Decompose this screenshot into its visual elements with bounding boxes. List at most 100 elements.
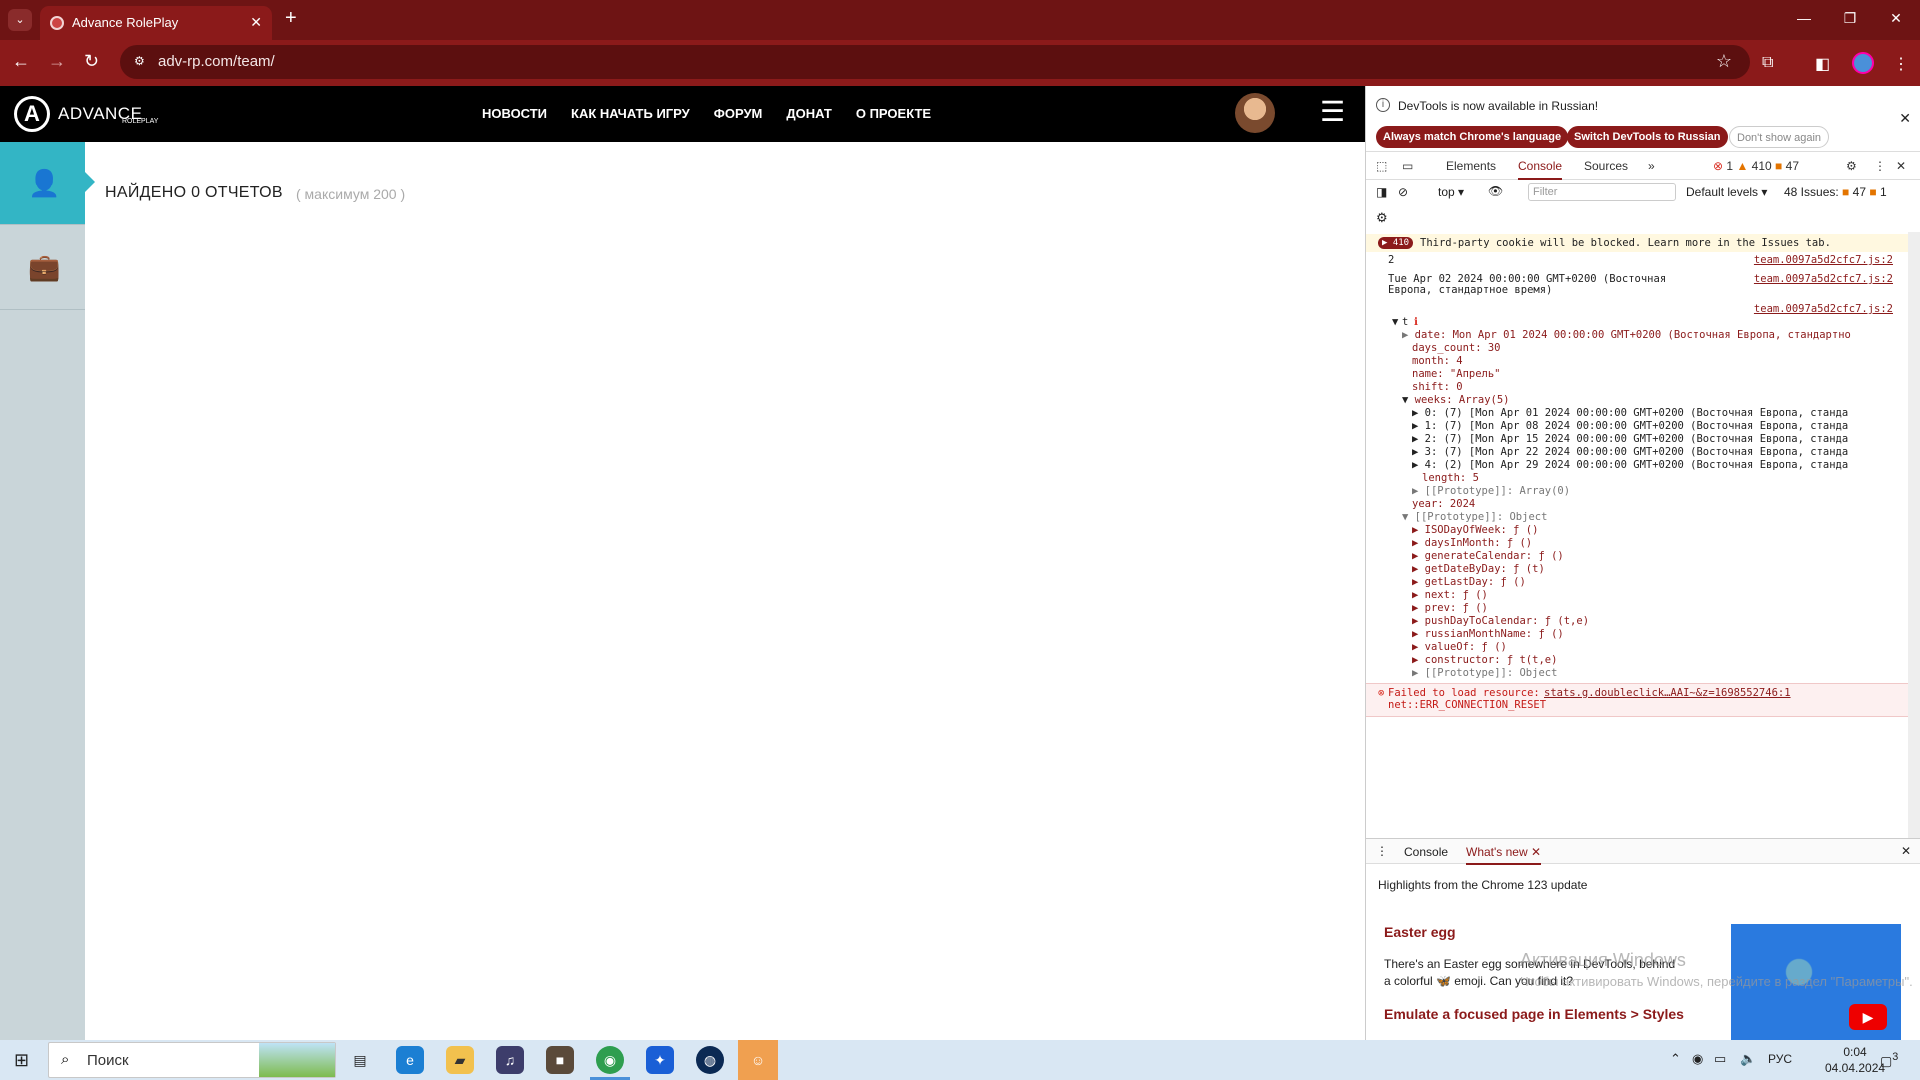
switch-language-button[interactable]: Switch DevTools to Russian (1567, 126, 1728, 148)
tab-search-button[interactable]: ⌄ (8, 9, 32, 31)
game-app-icon[interactable]: ■ (546, 1046, 574, 1074)
profile-avatar[interactable] (1852, 52, 1874, 74)
tree-row[interactable]: ▶ [[Prototype]]: Array(0) (1412, 485, 1920, 497)
tree-row[interactable]: ▶ 2: (7) [Mon Apr 15 2024 00:00:00 GMT+0… (1412, 433, 1920, 445)
notifications-icon[interactable]: ▢3 (1880, 1051, 1898, 1069)
url-text[interactable]: adv-rp.com/team/ (158, 53, 275, 70)
drawer-tab-console[interactable]: Console (1404, 845, 1448, 859)
tree-row[interactable]: ▶ 0: (7) [Mon Apr 01 2024 00:00:00 GMT+0… (1412, 407, 1920, 419)
nav-forum[interactable]: ФОРУМ (702, 86, 775, 142)
tab-close-icon[interactable]: ✕ (250, 14, 262, 31)
console-settings-icon[interactable]: ⚙ (1376, 210, 1388, 226)
taskbar-clock[interactable]: 0:04 04.04.2024 (1825, 1044, 1885, 1076)
briefcase-icon[interactable]: 💼 (28, 252, 60, 282)
volume-icon[interactable]: 🔈 (1740, 1051, 1756, 1067)
tree-row[interactable]: ▶ valueOf: ƒ () (1412, 641, 1920, 653)
site-logo[interactable]: A ADVANCE ROLEPLAY (14, 94, 164, 134)
tree-row[interactable]: ▶ [[Prototype]]: Object (1412, 667, 1920, 679)
language-indicator[interactable]: РУС (1768, 1052, 1792, 1066)
error-source-link[interactable]: stats.g.doubleclick…AAI~&z=1698552746:1 (1544, 687, 1791, 699)
user-avatar[interactable] (1235, 93, 1275, 133)
tree-row[interactable]: ▶ russianMonthName: ƒ () (1412, 628, 1920, 640)
windows-start-icon[interactable]: ⊞ (14, 1050, 29, 1071)
tree-row[interactable]: ▼ weeks: Array(5) (1402, 394, 1920, 406)
sidebar-item-reports[interactable]: 👤 (0, 142, 85, 224)
devtools-menu-icon[interactable]: ⋮ (1874, 159, 1886, 173)
inspect-icon[interactable]: ⬚ (1376, 159, 1387, 173)
tab-sources[interactable]: Sources (1584, 159, 1628, 173)
dropbox-icon[interactable]: ✦ (646, 1046, 674, 1074)
tree-row[interactable]: ▶ pushDayToCalendar: ƒ (t,e) (1412, 615, 1920, 627)
task-view-icon[interactable]: ▤ (346, 1046, 374, 1074)
tree-row[interactable]: ▶ getLastDay: ƒ () (1412, 576, 1920, 588)
log-levels-select[interactable]: Default levels ▾ (1686, 185, 1767, 199)
tree-row[interactable]: ▶ next: ƒ () (1412, 589, 1920, 601)
network-icon[interactable]: ▭ (1714, 1051, 1726, 1067)
source-link[interactable]: team.0097a5d2cfc7.js:2 (1754, 254, 1893, 266)
tree-row[interactable]: ▶ 1: (7) [Mon Apr 08 2024 00:00:00 GMT+0… (1412, 420, 1920, 432)
nav-how-to-start[interactable]: КАК НАЧАТЬ ИГРУ (559, 86, 702, 142)
discord-app-icon[interactable]: ☺ (738, 1040, 778, 1080)
nav-news[interactable]: НОВОСТИ (470, 86, 559, 142)
restore-icon[interactable]: ❐ (1840, 10, 1860, 27)
forward-icon[interactable]: → (48, 52, 66, 70)
tree-row[interactable]: ▶ daysInMonth: ƒ () (1412, 537, 1920, 549)
sidebar-toggle-icon[interactable]: ◨ (1376, 185, 1387, 199)
address-bar[interactable]: ⚙ adv-rp.com/team/ ☆ (120, 45, 1750, 79)
tree-row[interactable]: ▶ generateCalendar: ƒ () (1412, 550, 1920, 562)
tray-chrome-icon[interactable]: ◉ (1692, 1051, 1703, 1067)
tree-row[interactable]: ▶ constructor: ƒ t(t,e) (1412, 654, 1920, 666)
site-info-icon[interactable]: ⚙ (134, 54, 150, 70)
edge-icon[interactable]: e (396, 1046, 424, 1074)
whats-new-heading-focused-page[interactable]: Emulate a focused page in Elements > Sty… (1384, 1006, 1684, 1022)
reload-icon[interactable]: ↻ (84, 52, 99, 70)
tree-row[interactable]: ▶ prev: ƒ () (1412, 602, 1920, 614)
tree-row[interactable]: ▶ date: Mon Apr 01 2024 00:00:00 GMT+020… (1402, 329, 1920, 341)
match-language-button[interactable]: Always match Chrome's language (1376, 126, 1569, 148)
tree-row[interactable]: ▶ 3: (7) [Mon Apr 22 2024 00:00:00 GMT+0… (1412, 446, 1920, 458)
menu-kebab-icon[interactable]: ⋮ (1893, 54, 1909, 74)
live-expression-eye-icon[interactable]: 👁 (1488, 184, 1503, 198)
console-warning-row[interactable]: ▶ 410 Third-party cookie will be blocked… (1366, 234, 1909, 252)
window-close-icon[interactable]: ✕ (1886, 10, 1906, 27)
expand-triangle-icon[interactable]: ▼ (1392, 316, 1398, 328)
taskbar-search-box[interactable]: ⌕ Поиск (48, 1042, 336, 1078)
browser-tab[interactable]: Advance RolePlay ✕ (40, 6, 272, 40)
back-icon[interactable]: ← (12, 52, 30, 70)
chrome-icon[interactable]: ◉ (596, 1046, 624, 1074)
settings-gear-icon[interactable]: ⚙ (1846, 159, 1857, 173)
tree-row[interactable]: ▶ 4: (2) [Mon Apr 29 2024 00:00:00 GMT+0… (1412, 459, 1920, 471)
infobar-close-icon[interactable]: ✕ (1899, 110, 1911, 127)
context-select[interactable]: top ▾ (1438, 185, 1464, 199)
nav-about[interactable]: О ПРОЕКТЕ (844, 86, 943, 142)
drawer-menu-icon[interactable]: ⋮ (1376, 844, 1388, 858)
more-tabs-icon[interactable]: » (1648, 159, 1655, 173)
clear-console-icon[interactable]: ⊘ (1398, 185, 1408, 199)
console-filter-input[interactable]: Filter (1528, 183, 1676, 201)
bookmark-star-icon[interactable]: ☆ (1716, 51, 1732, 72)
tab-console[interactable]: Console (1518, 159, 1563, 180)
devtools-close-icon[interactable]: ✕ (1896, 159, 1906, 173)
tree-row[interactable]: ▼ [[Prototype]]: Object (1402, 511, 1920, 523)
extensions-icon[interactable]: ⧉ (1762, 54, 1773, 72)
source-link[interactable]: team.0097a5d2cfc7.js:2 (1754, 303, 1893, 315)
nav-donate[interactable]: ДОНАТ (774, 86, 843, 142)
headphones-app-icon[interactable]: ♫ (496, 1046, 524, 1074)
globe-app-icon[interactable]: ◍ (696, 1046, 724, 1074)
drawer-close-icon[interactable]: ✕ (1901, 844, 1911, 858)
tree-row[interactable]: ▶ ISODayOfWeek: ƒ () (1412, 524, 1920, 536)
new-tab-button[interactable]: + (285, 8, 297, 28)
tab-elements[interactable]: Elements (1446, 159, 1496, 173)
error-warning-counter[interactable]: ⊗ 1 ▲ 410 ■ 47 (1713, 159, 1799, 173)
layers-icon[interactable]: ☰ (1320, 98, 1345, 126)
drawer-tab-whats-new[interactable]: What's new ✕ (1466, 845, 1542, 865)
minimize-icon[interactable]: — (1794, 10, 1814, 26)
file-explorer-icon[interactable]: ▰ (446, 1046, 474, 1074)
issues-counter[interactable]: 48 Issues: ■ 47 ■ 1 (1784, 185, 1887, 199)
device-toggle-icon[interactable]: ▭ (1402, 159, 1413, 173)
console-scrollbar[interactable] (1908, 232, 1920, 838)
youtube-play-icon[interactable]: ▶ (1849, 1004, 1887, 1030)
tree-row[interactable]: ▶ getDateByDay: ƒ (t) (1412, 563, 1920, 575)
source-link[interactable]: team.0097a5d2cfc7.js:2 (1754, 273, 1893, 285)
dont-show-again-button[interactable]: Don't show again (1729, 126, 1830, 148)
